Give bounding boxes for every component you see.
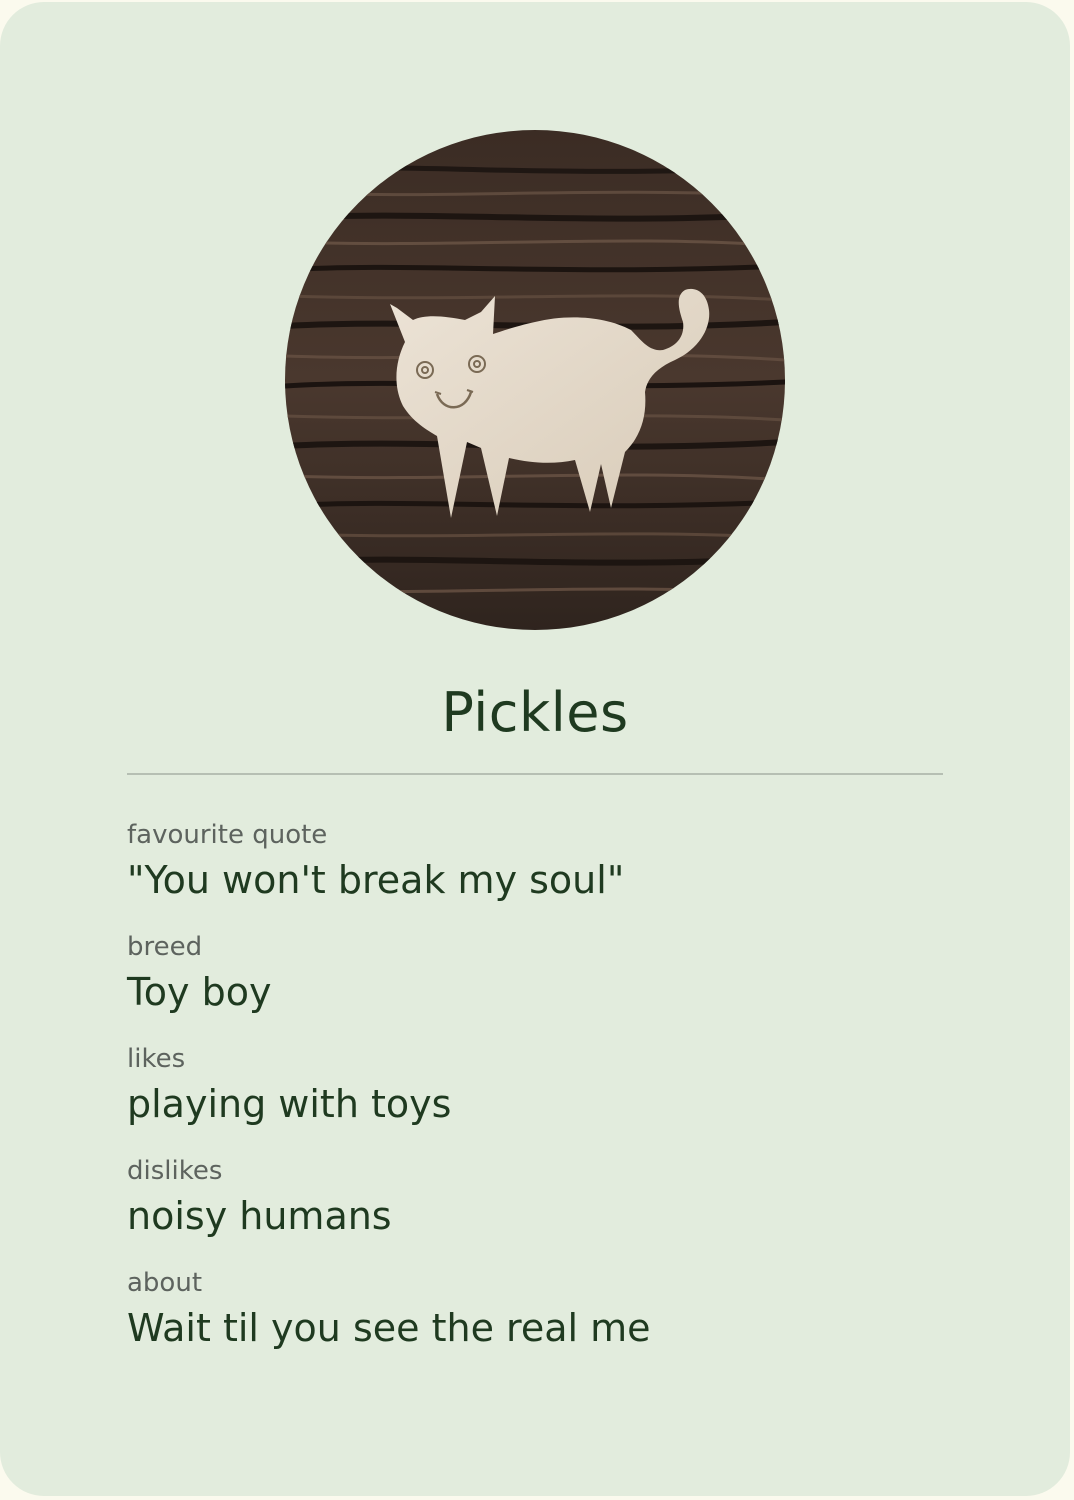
pet-name: Pickles [441, 681, 629, 744]
field-value: playing with toys [127, 1082, 452, 1126]
field-label: likes [127, 1044, 186, 1074]
field-value: "You won't break my soul" [127, 858, 625, 902]
cat-figure-on-wood-photo [285, 130, 785, 630]
field-likes: likes playing with toys [127, 1040, 943, 1152]
field-label: favourite quote [127, 820, 328, 850]
profile-details: favourite quote "You won't break my soul… [127, 816, 943, 1376]
field-label: dislikes [127, 1156, 223, 1186]
field-about: about Wait til you see the real me [127, 1264, 943, 1376]
field-value: Toy boy [127, 970, 272, 1014]
field-favourite-quote: favourite quote "You won't break my soul… [127, 816, 943, 928]
profile-card: Pickles favourite quote "You won't break… [0, 2, 1070, 1496]
field-dislikes: dislikes noisy humans [127, 1152, 943, 1264]
field-value: Wait til you see the real me [127, 1306, 651, 1350]
field-label: breed [127, 932, 203, 962]
field-value: noisy humans [127, 1194, 392, 1238]
field-label: about [127, 1268, 203, 1298]
field-breed: breed Toy boy [127, 928, 943, 1040]
divider [127, 773, 943, 775]
profile-photo [285, 130, 785, 630]
